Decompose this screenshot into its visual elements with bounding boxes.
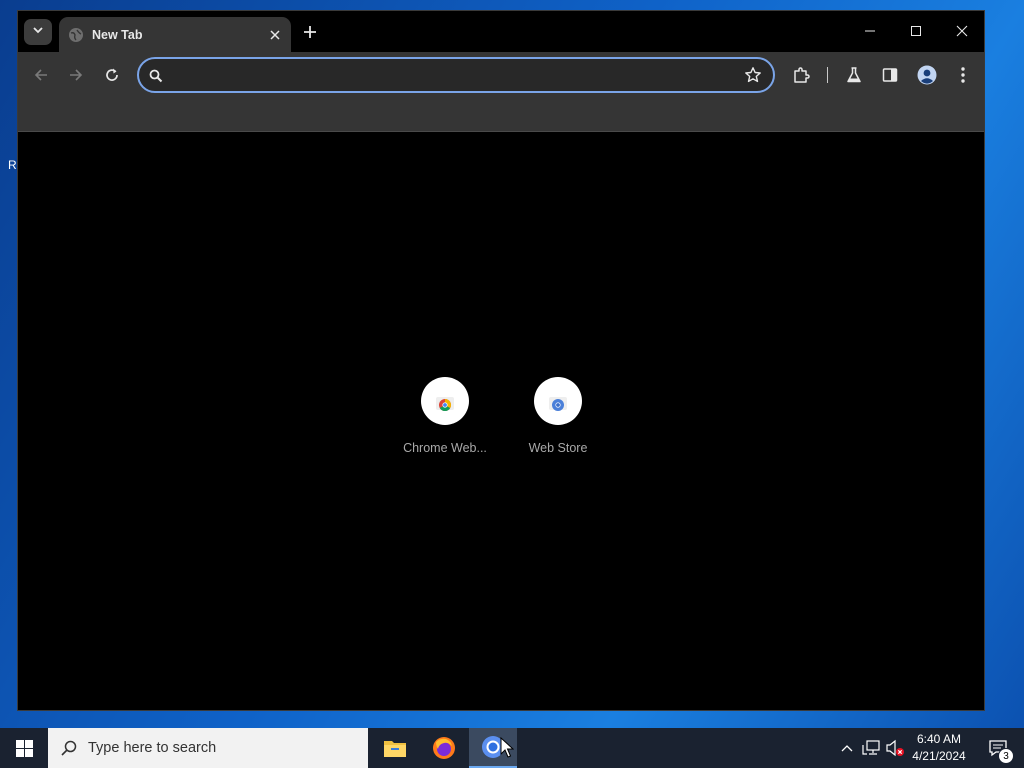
firefox-icon — [433, 737, 455, 759]
network-button[interactable] — [861, 738, 881, 758]
new-tab-button[interactable] — [298, 20, 322, 44]
clock-time: 6:40 AM — [916, 732, 962, 746]
tab-search-button[interactable] — [24, 19, 52, 45]
title-bar: New Tab — [18, 11, 984, 52]
close-icon — [270, 29, 280, 40]
desktop-icon-label[interactable]: R — [8, 158, 17, 172]
volume-button[interactable] — [885, 738, 905, 758]
clock-date: 4/21/2024 — [912, 749, 966, 763]
labs-flask-icon — [847, 67, 861, 83]
file-explorer-button[interactable] — [371, 728, 419, 768]
action-center-button[interactable]: 3 — [980, 728, 1016, 768]
new-tab-page: Chrome Web... Web Store — [18, 133, 984, 710]
profile-avatar-icon — [917, 65, 937, 85]
tab-close-button[interactable] — [263, 23, 287, 47]
toolbar — [18, 52, 984, 98]
labs-button[interactable] — [841, 62, 867, 88]
star-icon — [745, 67, 761, 83]
forward-arrow-icon — [70, 69, 83, 81]
chrome-web-store-icon — [421, 377, 469, 425]
windows-logo-icon — [15, 739, 33, 757]
firefox-button[interactable] — [420, 728, 468, 768]
address-bar[interactable] — [137, 57, 775, 93]
toolbar-separator — [827, 67, 828, 83]
chevron-up-icon — [841, 745, 853, 752]
more-menu-button[interactable] — [950, 62, 976, 88]
maximize-icon — [911, 26, 921, 36]
side-panel-button[interactable] — [877, 62, 903, 88]
taskbar-clock[interactable]: 6:40 AM 4/21/2024 — [906, 731, 972, 765]
side-panel-icon — [882, 68, 898, 82]
bookmark-star-button[interactable] — [743, 65, 763, 85]
reload-button[interactable] — [99, 62, 125, 88]
show-hidden-icons-button[interactable] — [837, 738, 857, 758]
profile-button[interactable] — [914, 62, 940, 88]
web-store-icon — [534, 377, 582, 425]
mouse-cursor-icon — [500, 737, 514, 758]
close-icon — [956, 25, 968, 37]
tab-title: New Tab — [92, 27, 143, 42]
shortcut-label: Web Store — [528, 441, 588, 455]
back-button[interactable] — [28, 62, 54, 88]
shortcut-tile[interactable]: Web Store — [502, 377, 614, 473]
file-explorer-icon — [384, 741, 406, 757]
browser-window: New Tab Chrome Web... Web Store — [17, 10, 985, 711]
search-icon — [60, 739, 78, 757]
search-placeholder: Type here to search — [88, 740, 217, 756]
plus-icon — [304, 26, 316, 38]
search-icon — [148, 68, 164, 84]
forward-button[interactable] — [63, 62, 89, 88]
back-arrow-icon — [34, 69, 47, 81]
reload-icon — [106, 68, 118, 81]
more-menu-icon — [961, 67, 965, 83]
tab-search-icon — [32, 23, 44, 41]
taskbar-search-box[interactable]: Type here to search — [48, 728, 368, 768]
tab-new-tab[interactable]: New Tab — [59, 17, 291, 52]
shortcut-tile[interactable]: Chrome Web... — [389, 377, 501, 473]
shortcut-label: Chrome Web... — [403, 441, 487, 455]
close-window-button[interactable] — [940, 17, 984, 45]
bookmarks-bar — [18, 98, 984, 132]
globe-icon — [68, 27, 84, 43]
extensions-icon — [794, 67, 810, 83]
maximize-button[interactable] — [894, 17, 938, 45]
start-button[interactable] — [0, 728, 48, 768]
notification-badge: 3 — [998, 748, 1014, 764]
address-input[interactable] — [171, 64, 731, 86]
minimize-icon — [865, 30, 875, 32]
volume-muted-icon — [886, 739, 904, 757]
network-icon — [862, 740, 880, 755]
minimize-button[interactable] — [848, 17, 892, 45]
extensions-button[interactable] — [788, 62, 814, 88]
